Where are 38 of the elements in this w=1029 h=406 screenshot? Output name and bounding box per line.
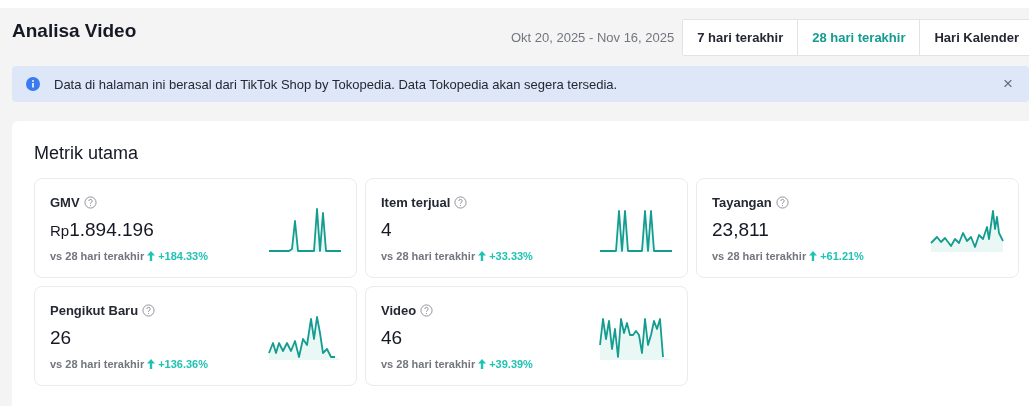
up-arrow-icon (147, 359, 156, 369)
up-arrow-icon (478, 251, 487, 261)
change-percent: +33.33% (489, 250, 533, 262)
change-percent: +61.21% (820, 250, 864, 262)
help-icon[interactable] (454, 196, 468, 209)
metric-label: Tayangan (712, 195, 772, 210)
metric-value: 46 (381, 327, 403, 349)
range-tab[interactable]: 7 hari terakhir (683, 19, 799, 55)
metric-value: 1.894.196 (69, 219, 154, 241)
section-title: Metrik utama (34, 143, 140, 164)
help-icon[interactable] (142, 304, 156, 317)
comparison-text: vs 28 hari terakhir (50, 358, 145, 370)
up-arrow-icon (478, 359, 487, 369)
comparison-text: vs 28 hari terakhir (381, 358, 476, 370)
help-icon[interactable] (83, 196, 97, 209)
metric-value: 23,811 (712, 219, 769, 241)
help-icon[interactable] (420, 304, 434, 317)
metric-value: 26 (50, 327, 72, 349)
page-title: Analisa Video (12, 20, 138, 42)
change-percent: +39.39% (489, 358, 533, 370)
change-percent: +184.33% (158, 250, 209, 262)
comparison-text: vs 28 hari terakhir (50, 250, 145, 262)
comparison-text: vs 28 hari terakhir (381, 250, 476, 262)
change-percent: +136.36% (158, 358, 209, 370)
help-icon[interactable] (775, 196, 789, 209)
metric-value: 4 (381, 219, 392, 241)
metric-label: Item terjual (381, 195, 451, 210)
metric-label: Video (381, 303, 417, 318)
banner-text: Data di halaman ini berasal dari TikTok Shop by Tokopedia. Data Tokopedia akan segera tersedia. (54, 76, 619, 92)
close-button[interactable]: × (1001, 74, 1015, 94)
up-arrow-icon (147, 251, 156, 261)
comparison-text: vs 28 hari terakhir (712, 250, 807, 262)
metric-label: Pengikut Baru (50, 303, 139, 318)
date-range: Okt 20, 2025 - Nov 16, 2025 (510, 29, 675, 45)
up-arrow-icon (809, 251, 818, 261)
currency-prefix: Rp (50, 222, 70, 239)
metric-label: GMV (50, 195, 80, 210)
info-icon (26, 77, 40, 91)
